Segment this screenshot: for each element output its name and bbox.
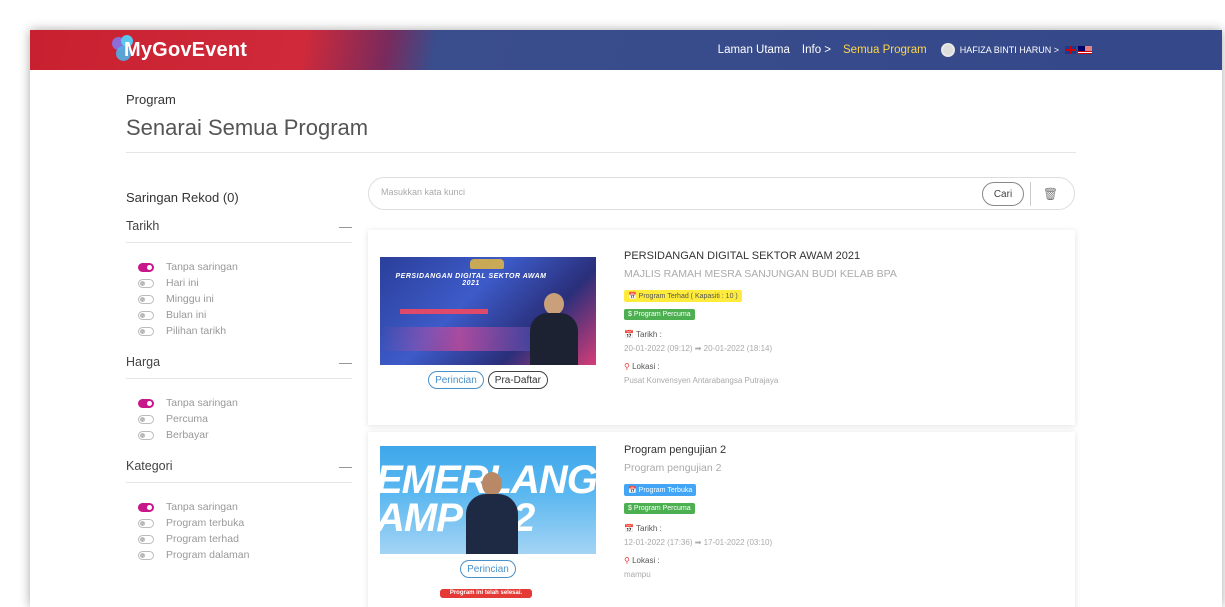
- trash-icon: 🗑: [1042, 187, 1059, 201]
- user-name: HAFIZA BINTI HARUN >: [959, 45, 1059, 55]
- breadcrumb: Program: [126, 92, 176, 107]
- access-badge: 📅 Program Terbuka: [624, 484, 697, 496]
- event-title: Program pengujian 2: [624, 444, 727, 456]
- date-value: 20-01-2022 (09:12) ➡ 20-01-2022 (18:14): [624, 344, 773, 353]
- filter-section-price: Harga — Tanpa saringan Percuma Berbayar: [126, 355, 352, 453]
- toggle-switch[interactable]: [138, 398, 154, 408]
- filter-option[interactable]: Percuma: [138, 411, 352, 427]
- avatar: [940, 43, 955, 57]
- date-value: 12-01-2022 (17:36) ➡ 17-01-2022 (03:10): [624, 538, 773, 547]
- location-value: Pusat Konvensyen Antarabangsa Putrajaya: [624, 376, 779, 385]
- filter-option[interactable]: Tanpa saringan: [138, 259, 352, 275]
- filter-heading: Saringan Rekod (0): [126, 190, 239, 205]
- event-subtitle: Program pengujian 2: [624, 462, 722, 474]
- nav-info[interactable]: Info >: [802, 44, 831, 56]
- divider: [126, 152, 1076, 153]
- toggle-switch[interactable]: [138, 310, 154, 320]
- filter-option[interactable]: Tanpa saringan: [138, 395, 352, 411]
- nav-home[interactable]: Laman Utama: [718, 44, 790, 56]
- date-label: 📅 Tarikh :: [624, 330, 662, 339]
- event-poster: EMERLANG AMP 202: [380, 446, 596, 554]
- date-label: 📅 Tarikh :: [624, 524, 662, 533]
- collapse-icon[interactable]: —: [339, 219, 352, 234]
- event-title: PERSIDANGAN DIGITAL SEKTOR AWAM 2021: [624, 250, 861, 262]
- location-label: ⚲ Lokasi :: [624, 362, 660, 371]
- event-poster: PERSIDANGAN DIGITAL SEKTOR AWAM 2021: [380, 257, 596, 365]
- collapse-icon[interactable]: —: [339, 459, 352, 474]
- language-switcher: [1065, 46, 1092, 54]
- crest-icon: [470, 259, 504, 269]
- flag-my-icon[interactable]: [1078, 46, 1092, 54]
- capacity-badge: 📅 Program Terhad ( Kapasiti : 10 ): [624, 290, 742, 302]
- map-pin-icon: ⚲: [624, 556, 630, 565]
- event-card: PERSIDANGAN DIGITAL SEKTOR AWAM 2021 Per…: [368, 230, 1075, 425]
- speaker-photo: [462, 472, 522, 554]
- toggle-switch[interactable]: [138, 414, 154, 424]
- toggle-switch[interactable]: [138, 430, 154, 440]
- page-title: Senarai Semua Program: [126, 115, 369, 140]
- filter-option[interactable]: Program terhad: [138, 531, 352, 547]
- price-badge: $ Program Percuma: [624, 503, 695, 514]
- toggle-switch[interactable]: [138, 262, 154, 272]
- main-nav: Laman Utama Info > Semua Program HAFIZA …: [706, 30, 1092, 70]
- poster-title: PERSIDANGAN DIGITAL SEKTOR AWAM 2021: [395, 273, 547, 287]
- toggle-switch[interactable]: [138, 502, 154, 512]
- ended-badge: Program ini telah selesai.: [440, 589, 532, 598]
- toggle-switch[interactable]: [138, 518, 154, 528]
- search-button[interactable]: Cari: [982, 182, 1024, 206]
- event-info: Program pengujian 2 Program pengujian 2 …: [624, 444, 1064, 579]
- detail-button[interactable]: Perincian: [428, 371, 484, 389]
- logo[interactable]: MyGovEvent: [112, 32, 263, 68]
- filter-option[interactable]: Bulan ini: [138, 307, 352, 323]
- toggle-switch[interactable]: [138, 294, 154, 304]
- logo-text: MyGovEvent: [124, 38, 248, 61]
- filter-option[interactable]: Minggu ini: [138, 291, 352, 307]
- clear-search-button[interactable]: 🗑: [1030, 182, 1070, 206]
- filter-option[interactable]: Berbayar: [138, 427, 352, 443]
- filter-option[interactable]: Program dalaman: [138, 547, 352, 563]
- filter-section-category: Kategori — Tanpa saringan Program terbuk…: [126, 459, 352, 573]
- filter-option[interactable]: Program terbuka: [138, 515, 352, 531]
- filter-section-title[interactable]: Tarikh —: [126, 219, 352, 243]
- filter-section-title[interactable]: Harga —: [126, 355, 352, 379]
- browser-frame: MyGovEvent Laman Utama Info > Semua Prog…: [30, 30, 1222, 607]
- filter-option[interactable]: Tanpa saringan: [138, 499, 352, 515]
- filter-sidebar: Saringan Rekod (0) Tarikh — Tanpa saring…: [126, 190, 352, 579]
- filter-option[interactable]: Hari ini: [138, 275, 352, 291]
- toggle-switch[interactable]: [138, 534, 154, 544]
- filter-section-date: Tarikh — Tanpa saringan Hari ini Minggu …: [126, 219, 352, 349]
- search-input[interactable]: [381, 187, 941, 197]
- toggle-switch[interactable]: [138, 326, 154, 336]
- detail-button[interactable]: Perincian: [460, 560, 516, 578]
- pre-register-button[interactable]: Pra-Daftar: [487, 371, 548, 389]
- event-info: PERSIDANGAN DIGITAL SEKTOR AWAM 2021 MAJ…: [624, 250, 1064, 385]
- filter-section-title[interactable]: Kategori —: [126, 459, 352, 483]
- user-menu[interactable]: HAFIZA BINTI HARUN >: [940, 43, 1059, 57]
- event-card: EMERLANG AMP 202 Perincian Program ini t…: [368, 432, 1075, 607]
- collapse-icon[interactable]: —: [339, 355, 352, 370]
- price-badge: $ Program Percuma: [624, 309, 695, 320]
- search-bar: Cari 🗑: [368, 177, 1075, 210]
- speaker-photo: [528, 291, 580, 365]
- filter-option[interactable]: Pilihan tarikh: [138, 323, 352, 339]
- location-value: mampu: [624, 570, 651, 579]
- location-label: ⚲ Lokasi :: [624, 556, 660, 565]
- event-subtitle: MAJLIS RAMAH MESRA SANJUNGAN BUDI KELAB …: [624, 268, 897, 280]
- flag-uk-icon[interactable]: [1065, 46, 1076, 54]
- top-navbar: MyGovEvent Laman Utama Info > Semua Prog…: [30, 30, 1222, 70]
- toggle-switch[interactable]: [138, 550, 154, 560]
- map-pin-icon: ⚲: [624, 362, 630, 371]
- toggle-switch[interactable]: [138, 278, 154, 288]
- nav-all-programs[interactable]: Semua Program: [843, 44, 927, 56]
